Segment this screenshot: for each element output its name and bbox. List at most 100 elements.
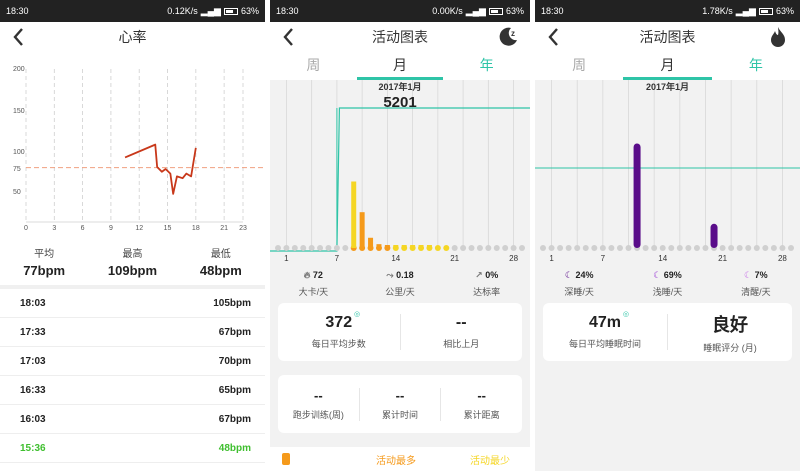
vs-last-month-value: -- bbox=[455, 314, 467, 331]
day-dot bbox=[540, 245, 546, 251]
tab-week[interactable]: 周 bbox=[535, 52, 623, 80]
vs-last-month-label: 相比上月 bbox=[443, 339, 480, 349]
status-time: 18:30 bbox=[6, 6, 29, 16]
back-arrow-icon[interactable] bbox=[282, 27, 298, 47]
sleep-score-label: 睡眠评分 (月) bbox=[703, 342, 757, 353]
sleep-bar bbox=[633, 143, 641, 248]
signal-icon: ▂▄▆ bbox=[465, 5, 486, 16]
row-time: 15:36 bbox=[20, 442, 46, 454]
x-tick-label: 21 bbox=[718, 254, 727, 263]
day-dot bbox=[608, 245, 615, 251]
y-tick-label: 50 bbox=[13, 189, 21, 196]
awake-label: 清醒/天 bbox=[741, 287, 771, 297]
x-tick-label: 3 bbox=[52, 225, 56, 232]
running-card: -- 跑步训练(周) -- 累计时间 -- 累计距离 bbox=[278, 375, 522, 433]
badge-icon: ◎ bbox=[622, 311, 630, 318]
list-item[interactable]: 17:03 70bpm bbox=[0, 347, 265, 376]
day-dot bbox=[599, 245, 606, 251]
tab-month[interactable]: 月 bbox=[356, 52, 444, 80]
x-tick-label: 14 bbox=[391, 254, 400, 263]
distance-value: 0.18 bbox=[396, 270, 414, 280]
day-dot bbox=[519, 245, 525, 251]
day-dot bbox=[443, 245, 450, 251]
flame-icon: 🔥︎ bbox=[303, 270, 311, 280]
sleep-bar bbox=[710, 223, 718, 248]
list-item-highlighted[interactable]: 15:36 48bpm bbox=[0, 434, 265, 463]
period-tabs: 周 月 年 bbox=[535, 52, 800, 80]
period-tabs: 周 月 年 bbox=[270, 52, 530, 80]
day-dot bbox=[762, 245, 769, 251]
activity-bar bbox=[376, 244, 382, 248]
day-dot bbox=[565, 245, 572, 251]
day-dot bbox=[434, 245, 441, 251]
day-dot bbox=[476, 245, 483, 251]
x-tick-label: 15 bbox=[164, 225, 172, 232]
min-label: 最低 bbox=[210, 249, 231, 260]
heart-summary: 平均 77bpm 最高 109bpm 最低 48bpm bbox=[0, 245, 265, 278]
list-item[interactable]: 16:33 65bpm bbox=[0, 376, 265, 405]
goal-rate-label: 达标率 bbox=[473, 287, 501, 297]
tab-year[interactable]: 年 bbox=[443, 52, 530, 80]
sleep-score-value: 良好 bbox=[712, 314, 748, 335]
day-dot bbox=[625, 245, 632, 251]
light-sleep-value: 69% bbox=[663, 270, 682, 280]
sleep-chart: 1 7 14 21 28 bbox=[535, 80, 800, 265]
running-label: 跑步训练(周) bbox=[292, 409, 344, 420]
moon-sleep-icon[interactable]: z bbox=[496, 25, 520, 49]
sleep-stats: ☾ 24% 深睡/天 ☾ 69% 浅睡/天 ☾ 7% 清醒/天 bbox=[535, 270, 800, 298]
day-dot bbox=[342, 245, 349, 251]
day-dot bbox=[502, 245, 509, 251]
legend-least: 活动最少 bbox=[470, 455, 510, 467]
back-arrow-icon[interactable] bbox=[547, 27, 563, 47]
battery-percent: 63% bbox=[505, 6, 524, 16]
x-tick-label: 21 bbox=[450, 254, 459, 263]
month-label: 2017年1月 bbox=[645, 82, 690, 92]
net-speed: 0.12K/s bbox=[167, 6, 198, 16]
day-dot bbox=[668, 245, 675, 251]
activity-screen: 18:30 0.00K/s ▂▄▆ 63% 活动图表 z 周 月 年 2017年… bbox=[270, 0, 530, 471]
activity-stats: 🔥︎ 72 大卡/天 ⤳ 0.18 公里/天 ↗ 0% 达标率 bbox=[270, 270, 530, 298]
row-time: 17:03 bbox=[20, 355, 46, 367]
min-value: 48bpm bbox=[199, 263, 242, 278]
battery-percent: 63% bbox=[240, 6, 259, 16]
day-dot bbox=[468, 245, 475, 251]
tab-year[interactable]: 年 bbox=[712, 52, 800, 80]
deep-sleep-icon: ☾ bbox=[564, 270, 573, 280]
activity-bar bbox=[368, 237, 374, 248]
day-dot bbox=[300, 245, 307, 251]
day-dot bbox=[493, 245, 500, 251]
signal-icon: ▂▄▆ bbox=[735, 5, 756, 16]
title-bar: 心率 bbox=[0, 22, 265, 52]
x-tick-label: 28 bbox=[778, 254, 787, 263]
avg-steps-label: 每日平均步数 bbox=[311, 339, 366, 349]
x-tick-label: 7 bbox=[335, 254, 340, 263]
activity-bar bbox=[359, 212, 365, 248]
day-dot bbox=[779, 245, 786, 251]
light-sleep-label: 浅睡/天 bbox=[652, 287, 683, 297]
signal-icon: ▂▄▆ bbox=[200, 5, 221, 16]
back-arrow-icon[interactable] bbox=[12, 27, 28, 47]
tab-week[interactable]: 周 bbox=[270, 52, 357, 80]
x-tick-label: 9 bbox=[109, 225, 113, 232]
day-dot bbox=[770, 245, 777, 251]
day-dot bbox=[451, 245, 458, 251]
x-tick-label: 7 bbox=[601, 254, 606, 263]
day-dot bbox=[325, 245, 332, 251]
tab-month[interactable]: 月 bbox=[623, 52, 712, 80]
heart-rate-line bbox=[124, 143, 197, 195]
running-value: -- bbox=[314, 387, 323, 403]
list-item[interactable]: 17:33 67bpm bbox=[0, 318, 265, 347]
distance-label: 公里/天 bbox=[385, 287, 415, 297]
page-title: 活动图表 bbox=[639, 29, 696, 45]
heart-rate-chart: 0 3 6 9 12 15 18 21 23 200 150 100 75 50 bbox=[13, 66, 265, 232]
avg-value: 77bpm bbox=[23, 263, 66, 278]
route-icon: ⤳ bbox=[386, 270, 394, 280]
flame-icon[interactable] bbox=[766, 25, 790, 49]
list-item[interactable]: 18:03 105bpm bbox=[0, 289, 265, 318]
day-dot bbox=[510, 245, 517, 251]
list-item[interactable]: 16:03 67bpm bbox=[0, 405, 265, 434]
row-value: 48bpm bbox=[218, 442, 251, 454]
avg-sleep-label: 每日平均睡眠时间 bbox=[568, 339, 641, 349]
awake-value: 7% bbox=[754, 270, 768, 280]
svg-text:z: z bbox=[511, 29, 515, 38]
